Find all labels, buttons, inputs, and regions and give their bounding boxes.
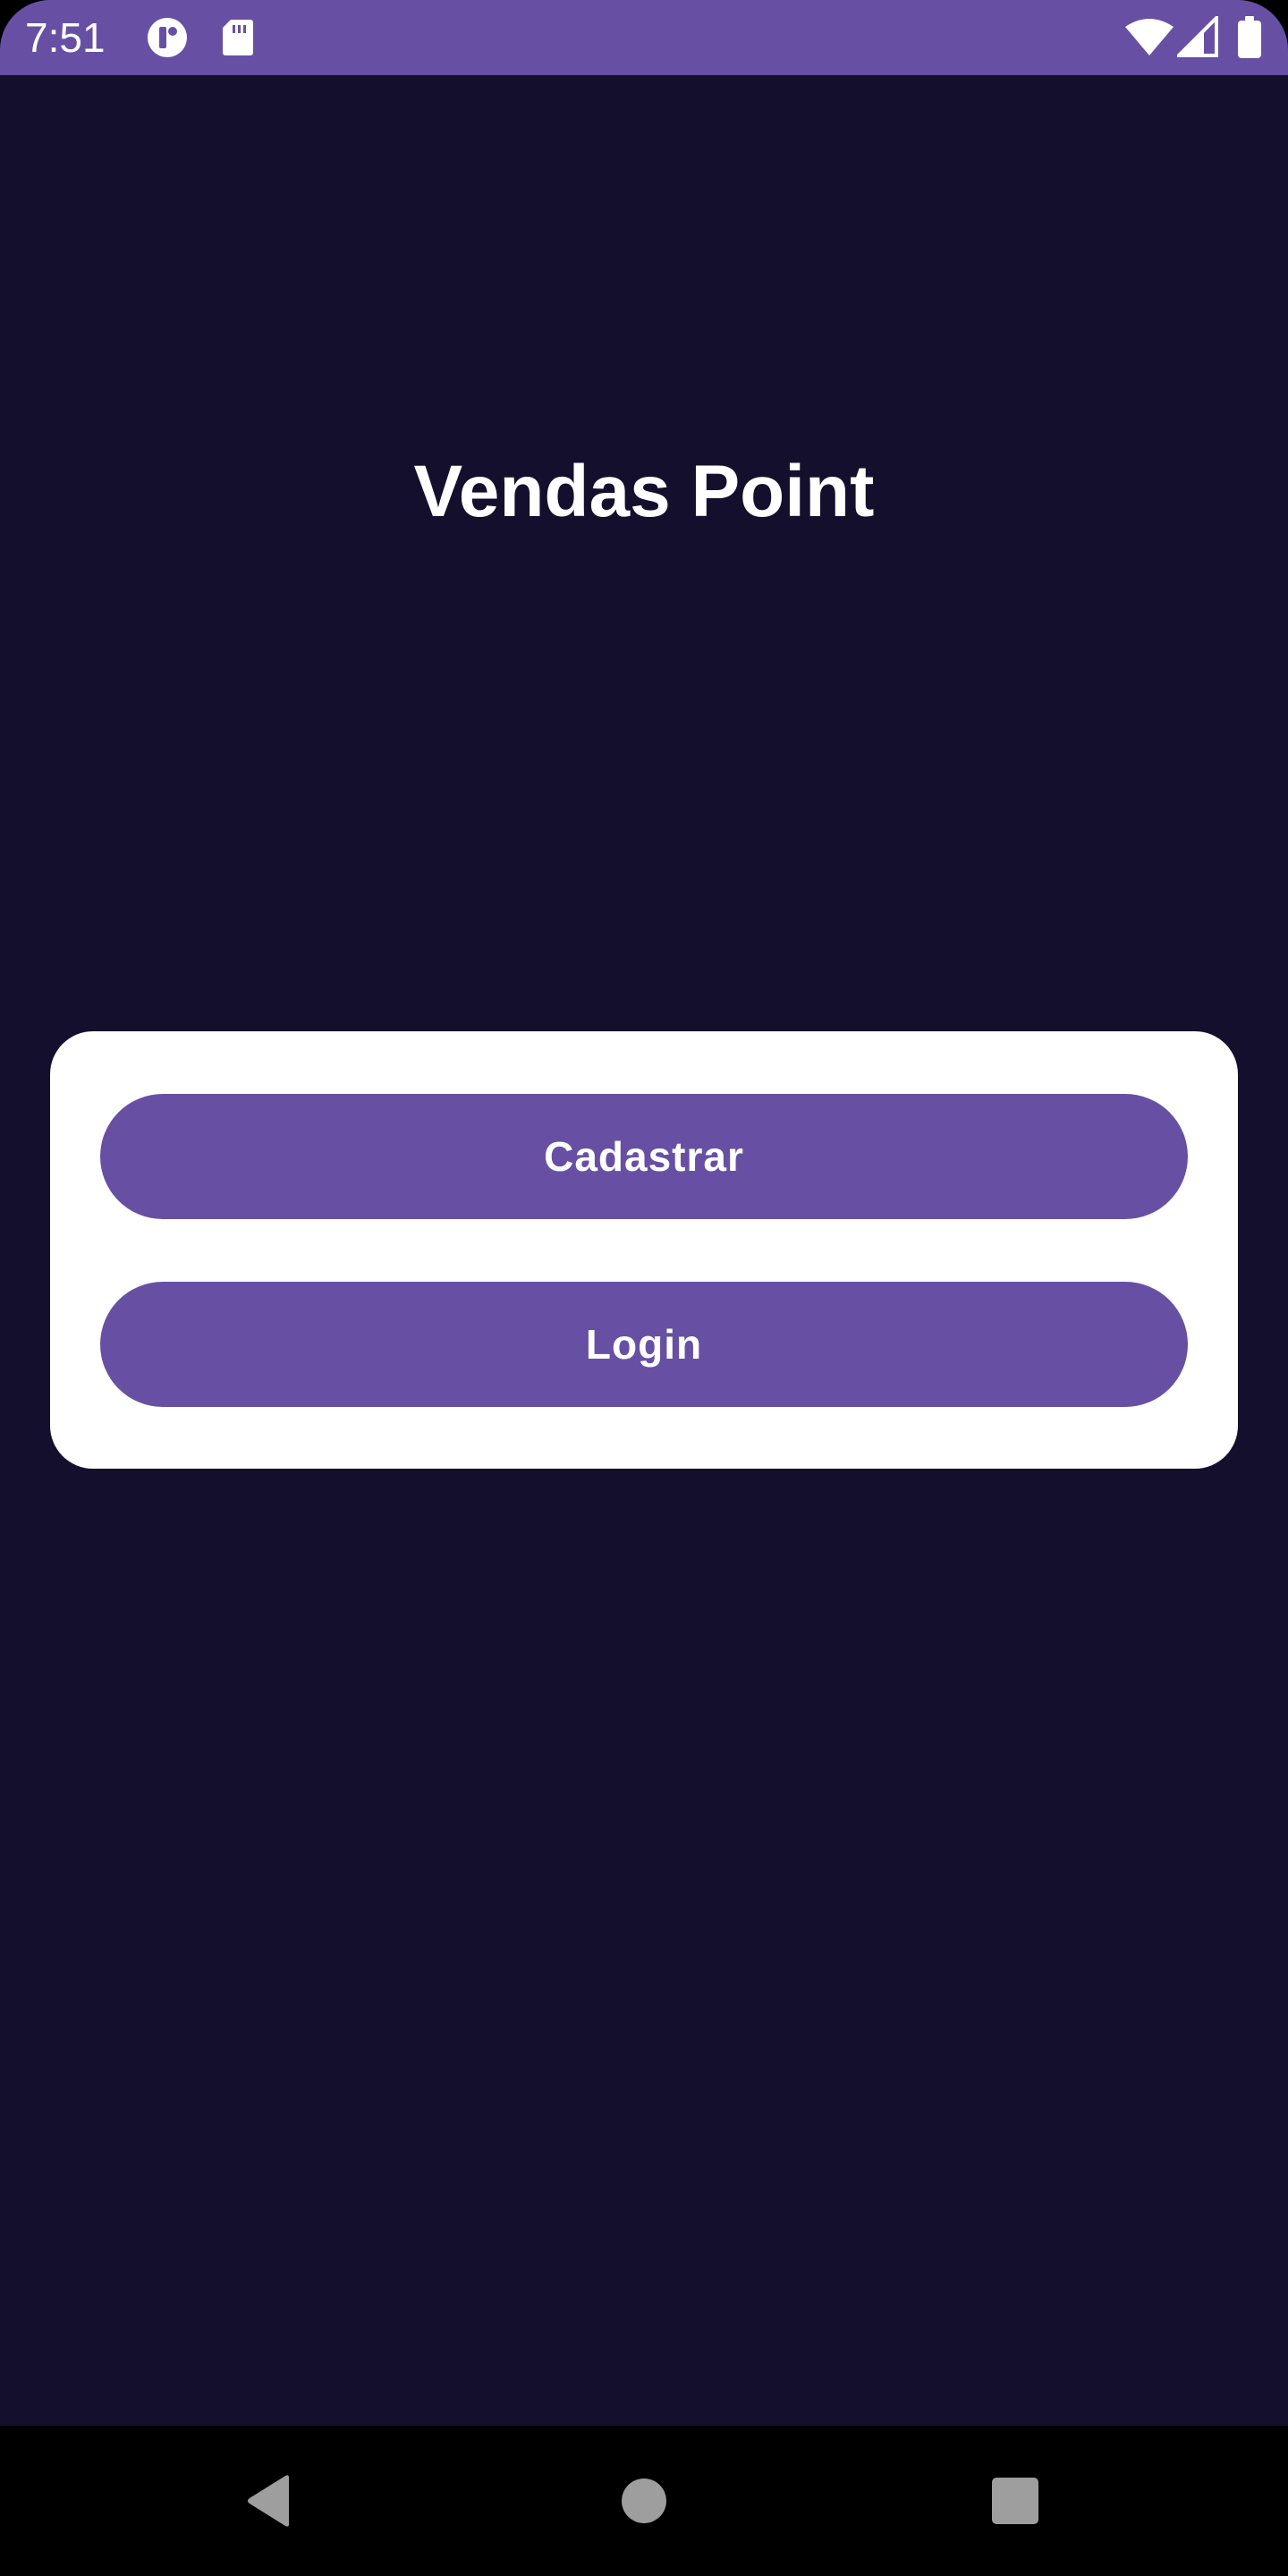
battery-icon [1238, 16, 1261, 58]
app-notification-icon [148, 18, 187, 57]
cadastrar-button[interactable]: Cadastrar [100, 1094, 1188, 1219]
wifi-icon [1125, 19, 1174, 55]
app-screen: 7:51 Vendas Point Cadastrar Login [0, 0, 1288, 2576]
back-button[interactable] [179, 2426, 358, 2576]
action-card: Cadastrar Login [50, 1031, 1238, 1469]
cellular-signal-icon [1177, 16, 1218, 57]
login-button[interactable]: Login [100, 1282, 1188, 1407]
back-icon [248, 2475, 289, 2527]
home-icon [622, 2479, 666, 2523]
recents-icon [992, 2478, 1038, 2524]
home-button[interactable] [555, 2426, 733, 2576]
recents-button[interactable] [926, 2426, 1105, 2576]
navigation-bar [0, 2426, 1288, 2576]
app-title: Vendas Point [413, 451, 875, 532]
sd-card-icon [223, 20, 253, 55]
status-time: 7:51 [25, 14, 106, 61]
status-bar: 7:51 [0, 0, 1288, 75]
